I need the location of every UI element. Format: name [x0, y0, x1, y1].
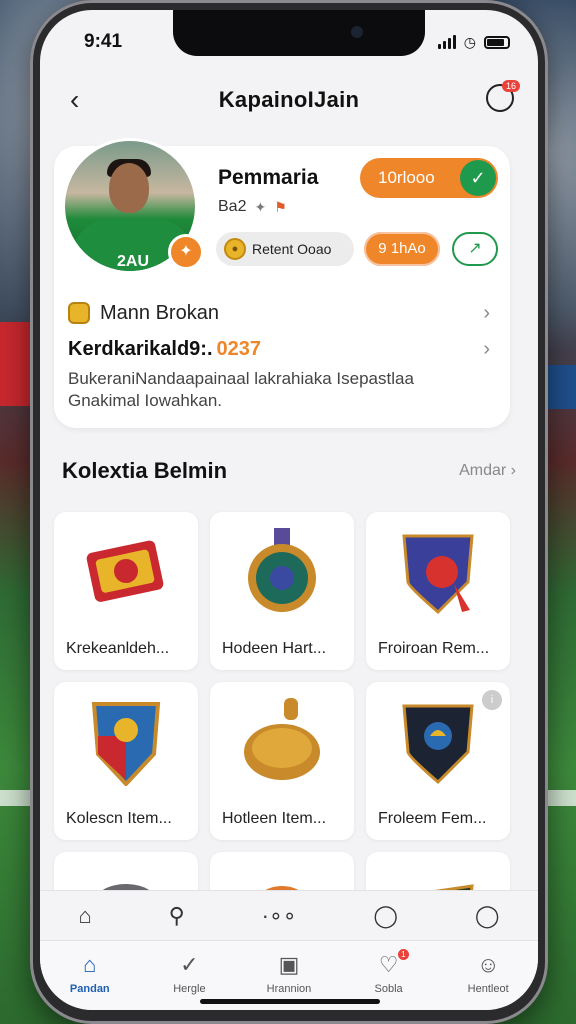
trend-icon: ↗: [468, 240, 482, 257]
home-icon[interactable]: ⌂: [78, 903, 91, 929]
item-name: Kolescn Item...: [66, 810, 172, 827]
profile-name: Pemmaria: [218, 166, 319, 189]
check-icon: ✓: [460, 160, 496, 196]
see-all-label: Amdar: [459, 462, 507, 479]
collection-title: Kolextia Belmin: [62, 458, 228, 483]
tab-badge: 1: [398, 949, 409, 960]
red-badge-icon: [86, 540, 164, 602]
card-icon: ▣: [278, 952, 300, 977]
collection-item[interactable]: Krekeanldeh...: [54, 512, 198, 670]
see-all-link[interactable]: Amdar ›: [459, 462, 516, 480]
battery-icon: [484, 35, 510, 49]
tab-label: Hergle: [173, 983, 206, 995]
item-name: Hotleen Item...: [222, 810, 327, 827]
item-name: Froleem Fem...: [378, 810, 487, 827]
status-icons: ◷: [437, 33, 510, 51]
collection-item[interactable]: i Froleem Fem...: [366, 682, 510, 840]
stadium-banner-left: [0, 322, 30, 406]
rank-row[interactable]: Mann Brokan ›: [68, 298, 496, 328]
phone-screen: 9:41 ◷ ‹ KapainoIJain 16 2AU ✦ Pemmaria …: [40, 10, 538, 1010]
tab-label: Sobla: [374, 983, 403, 995]
item-name: Froiroan Rem...: [378, 640, 490, 657]
home-icon: ⌂: [83, 952, 97, 977]
page-title: KapainoIJain: [218, 87, 360, 112]
profile-description: BukeraniNandaapainaal lakrahiaka Isepast…: [68, 369, 414, 410]
crest-icon: [91, 702, 161, 786]
tab-label: Pandan: [69, 983, 110, 995]
dark-shield-icon: [402, 704, 474, 785]
wifi-icon: ◷: [463, 33, 476, 50]
edit-badge-icon[interactable]: ✦: [168, 234, 204, 270]
more-icon[interactable]: ·∘∘: [262, 903, 297, 929]
item-name: Krekeanldeh...: [66, 640, 170, 657]
stats-row[interactable]: Kerdkarikald9:. 0237 ›: [68, 334, 496, 364]
collection-item[interactable]: Hotleen Item...: [210, 682, 354, 840]
coin-icon: ●: [224, 238, 246, 260]
profile-search-icon[interactable]: ◯: [373, 903, 398, 929]
rank-label: Mann Brokan: [100, 301, 219, 324]
profile-code: Ba2: [218, 198, 247, 215]
chevron-right-icon: ›: [483, 337, 490, 360]
heart-icon: ♡: [378, 952, 399, 977]
blue-medal-icon: [248, 528, 316, 612]
back-chevron-icon[interactable]: ‹: [70, 84, 79, 116]
person-icon: ☺: [476, 952, 500, 977]
notification-icon[interactable]: 16: [486, 80, 520, 112]
secondary-toolbar: ⌂ ⚲ ·∘∘ ◯ ◯: [40, 890, 538, 940]
trend-button[interactable]: ↗: [452, 232, 498, 266]
item-name: Hodeen Hart...: [222, 640, 327, 657]
bottom-tab-bar: ⌂ Pandan ✓ Hergle ▣ Hrannion ♡ 1 Sobla ☺…: [40, 940, 538, 1010]
status-time: 9:41: [84, 31, 123, 52]
gold-coin-icon: [244, 698, 320, 780]
signal-icon: [437, 35, 456, 49]
collection-item[interactable]: Kolescn Item...: [54, 682, 198, 840]
collection-item[interactable]: Froiroan Rem...: [366, 512, 510, 670]
collection-item[interactable]: Hodeen Hart...: [210, 512, 354, 670]
shirt-number: 2AU: [117, 253, 150, 270]
notification-badge: 16: [501, 80, 520, 92]
chevron-right-icon: ›: [483, 301, 490, 324]
collection-grid: Krekeanldeh... Hodeen Hart... Froiroan R…: [54, 512, 510, 900]
stadium-banner-right: [546, 365, 576, 409]
tab-home[interactable]: ⌂ Pandan: [50, 951, 130, 1010]
chat-icon[interactable]: ◯: [475, 903, 500, 929]
page-header: ‹ KapainoIJain 16: [40, 76, 538, 124]
tab-profile[interactable]: ☺ Hentleot: [448, 951, 528, 1010]
check-circle-icon: ✓: [180, 952, 199, 977]
rank-shield-icon: [68, 302, 90, 324]
tab-label: Hrannion: [266, 983, 312, 995]
orange-pill-button[interactable]: 9 1hAo: [364, 232, 440, 266]
stats-label: Kerdkarikald9:.: [68, 337, 213, 360]
camera-icon: [351, 26, 363, 38]
coin-chip[interactable]: ● Retent Ooao: [216, 232, 354, 266]
shield-ball-icon: [402, 534, 474, 615]
follow-label: 10rlooo: [378, 168, 435, 187]
profile-subline: Ba2 ✦ ⚑: [218, 198, 287, 216]
home-indicator: [200, 999, 380, 1004]
tab-label: Hentleot: [467, 983, 509, 995]
stats-value: 0237: [216, 337, 262, 360]
phone-frame: 9:41 ◷ ‹ KapainoIJain 16 2AU ✦ Pemmaria …: [30, 0, 548, 1024]
coin-chip-label: Retent Ooao: [252, 241, 332, 257]
flag-icon: ⚑: [274, 198, 287, 215]
follow-button[interactable]: 10rlooo ✓: [360, 158, 498, 198]
profile-card: 2AU ✦ Pemmaria Ba2 ✦ ⚑ 10rlooo ✓ ● Reten…: [54, 138, 510, 428]
info-icon[interactable]: i: [482, 690, 502, 710]
bird-icon: ✦: [254, 198, 267, 215]
search-icon[interactable]: ⚲: [169, 903, 185, 929]
notch: [173, 10, 425, 56]
